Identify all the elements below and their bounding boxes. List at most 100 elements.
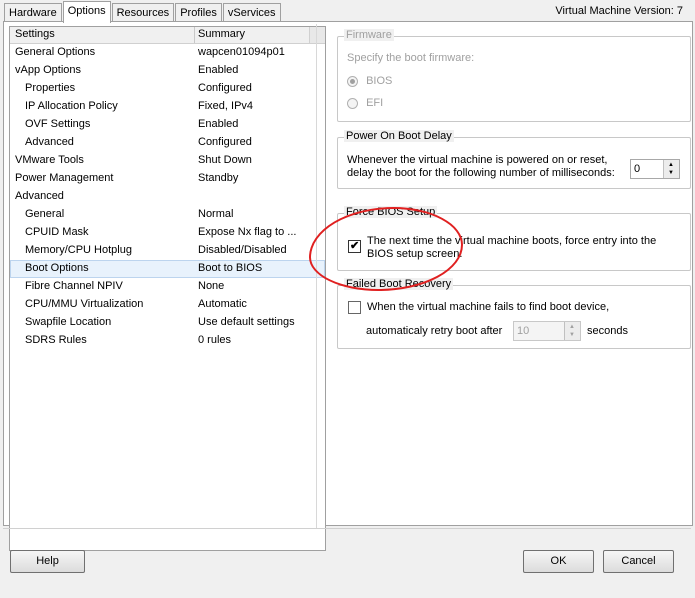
ok-button[interactable]: OK	[523, 550, 594, 573]
list-item-vapp-options[interactable]: vApp Options Enabled	[10, 62, 325, 80]
list-item-vmware-tools[interactable]: VMware Tools Shut Down	[10, 152, 325, 170]
summary-column-header[interactable]: Summary	[198, 28, 245, 40]
force-bios-line1: The next time the virtual machine boots,…	[367, 235, 657, 247]
tab-options[interactable]: Options	[62, 1, 111, 23]
retry-value: 10	[517, 325, 530, 337]
item-name: Boot Options	[25, 262, 89, 274]
list-item-swapfile-location[interactable]: Swapfile Location Use default settings	[10, 314, 325, 332]
list-item-cpuid-mask[interactable]: CPUID Mask Expose Nx flag to ...	[10, 224, 325, 242]
efi-label: EFI	[366, 97, 384, 109]
boot-delay-line2: delay the boot for the following number …	[347, 167, 615, 179]
list-item-advanced[interactable]: Advanced	[10, 188, 325, 206]
boot-delay-stepper[interactable]: 0 ▲ ▼	[630, 159, 680, 179]
list-item-vapp-advanced[interactable]: Advanced Configured	[10, 134, 325, 152]
retry-stepper-buttons[interactable]: ▲ ▼	[564, 322, 580, 340]
item-name: Properties	[25, 82, 76, 94]
list-item-ip-allocation-policy[interactable]: IP Allocation Policy Fixed, IPv4	[10, 98, 325, 116]
retry-up-icon[interactable]: ▲	[569, 324, 575, 330]
settings-column-header[interactable]: Settings	[15, 28, 55, 40]
panel-divider	[316, 24, 317, 529]
item-name: Swapfile Location	[25, 316, 112, 328]
tab-vservices[interactable]: vServices	[222, 3, 281, 22]
list-item-fibre-channel-npiv[interactable]: Fibre Channel NPIV None	[10, 278, 325, 296]
item-summary: Normal	[198, 208, 234, 220]
firmware-title: Firmware	[344, 29, 394, 41]
force-bios-checkbox[interactable]: ✔	[348, 240, 361, 253]
item-summary: Boot to BIOS	[198, 262, 263, 274]
boot-delay-group: Power On Boot Delay Whenever the virtual…	[337, 130, 691, 189]
efi-radio-row[interactable]: EFI	[347, 97, 383, 109]
retry-unit: seconds	[587, 325, 628, 337]
item-name: Memory/CPU Hotplug	[25, 244, 132, 256]
bios-radio-row[interactable]: BIOS	[347, 75, 392, 87]
check-icon: ✔	[350, 240, 360, 252]
stepper-down-icon[interactable]: ▼	[668, 170, 674, 176]
list-item-ovf-settings[interactable]: OVF Settings Enabled	[10, 116, 325, 134]
stepper-buttons[interactable]: ▲ ▼	[663, 160, 679, 178]
bios-label: BIOS	[366, 75, 393, 87]
help-button[interactable]: Help	[10, 550, 85, 573]
scrollbar-corner	[309, 27, 325, 43]
item-name: Fibre Channel NPIV	[25, 280, 123, 292]
item-summary: Configured	[198, 82, 252, 94]
item-name: OVF Settings	[25, 118, 91, 130]
item-name: Power Management	[15, 172, 114, 184]
item-summary: Enabled	[198, 64, 239, 76]
list-item-boot-options[interactable]: Boot Options Boot to BIOS	[10, 260, 325, 278]
item-summary: Expose Nx flag to ...	[198, 226, 297, 238]
list-item-power-management[interactable]: Power Management Standby	[10, 170, 325, 188]
item-name: CPUID Mask	[25, 226, 89, 238]
retry-label: automaticaly retry boot after	[366, 325, 503, 337]
column-divider[interactable]	[194, 27, 195, 43]
failed-boot-line1: When the virtual machine fails to find b…	[367, 301, 610, 313]
item-name: Advanced	[25, 136, 74, 148]
item-summary: Shut Down	[198, 154, 252, 166]
item-summary: Disabled/Disabled	[198, 244, 287, 256]
tab-strip: Hardware Options Resources Profiles vSer…	[4, 1, 282, 23]
boot-delay-line1: Whenever the virtual machine is powered …	[347, 154, 608, 166]
force-bios-group: Force BIOS Setup ✔ The next time the vir…	[337, 206, 691, 271]
footer-separator	[3, 528, 691, 529]
item-name: vApp Options	[15, 64, 82, 76]
item-summary: Standby	[198, 172, 239, 184]
stepper-up-icon[interactable]: ▲	[668, 162, 674, 168]
item-summary: Fixed, IPv4	[198, 100, 254, 112]
list-item-general-options[interactable]: General Options wapcen01094p01	[10, 44, 325, 62]
item-name: CPU/MMU Virtualization	[25, 298, 144, 310]
failed-boot-checkbox[interactable]	[348, 301, 361, 314]
list-header: Settings Summary	[10, 27, 325, 44]
bios-radio[interactable]	[347, 75, 358, 87]
failed-boot-title: Failed Boot Recovery	[344, 278, 454, 290]
list-item-sdrs-rules[interactable]: SDRS Rules 0 rules	[10, 332, 325, 350]
cancel-button[interactable]: Cancel	[603, 550, 674, 573]
firmware-desc: Specify the boot firmware:	[347, 52, 475, 64]
tab-resources[interactable]: Resources	[111, 3, 175, 22]
item-name: VMware Tools	[15, 154, 84, 166]
item-summary: 0 rules	[198, 334, 232, 346]
retry-down-icon[interactable]: ▼	[569, 332, 575, 338]
boot-delay-title: Power On Boot Delay	[344, 130, 454, 142]
item-summary: Use default settings	[198, 316, 295, 328]
item-name: IP Allocation Policy	[25, 100, 118, 112]
list-item-general[interactable]: General Normal	[10, 206, 325, 224]
efi-radio[interactable]	[347, 97, 358, 109]
force-bios-title: Force BIOS Setup	[344, 206, 438, 218]
item-name: General	[25, 208, 65, 220]
item-summary: Automatic	[198, 298, 247, 310]
force-bios-line2: BIOS setup screen.	[367, 248, 463, 260]
item-name: SDRS Rules	[25, 334, 87, 346]
firmware-group: Firmware Specify the boot firmware: BIOS…	[337, 29, 691, 122]
tab-profiles[interactable]: Profiles	[175, 3, 222, 22]
item-name: General Options	[15, 46, 96, 58]
boot-delay-value: 0	[634, 163, 641, 175]
item-summary: Enabled	[198, 118, 239, 130]
item-summary: wapcen01094p01	[198, 46, 285, 58]
retry-stepper[interactable]: 10 ▲ ▼	[513, 321, 581, 341]
list-item-cpu-mmu-virtualization[interactable]: CPU/MMU Virtualization Automatic	[10, 296, 325, 314]
item-summary: Configured	[198, 136, 252, 148]
settings-list[interactable]: Settings Summary General Options wapcen01…	[9, 26, 326, 551]
tab-hardware[interactable]: Hardware	[4, 3, 62, 22]
list-item-memory-cpu-hotplug[interactable]: Memory/CPU Hotplug Disabled/Disabled	[10, 242, 325, 260]
item-name: Advanced	[15, 190, 64, 202]
list-item-properties[interactable]: Properties Configured	[10, 80, 325, 98]
